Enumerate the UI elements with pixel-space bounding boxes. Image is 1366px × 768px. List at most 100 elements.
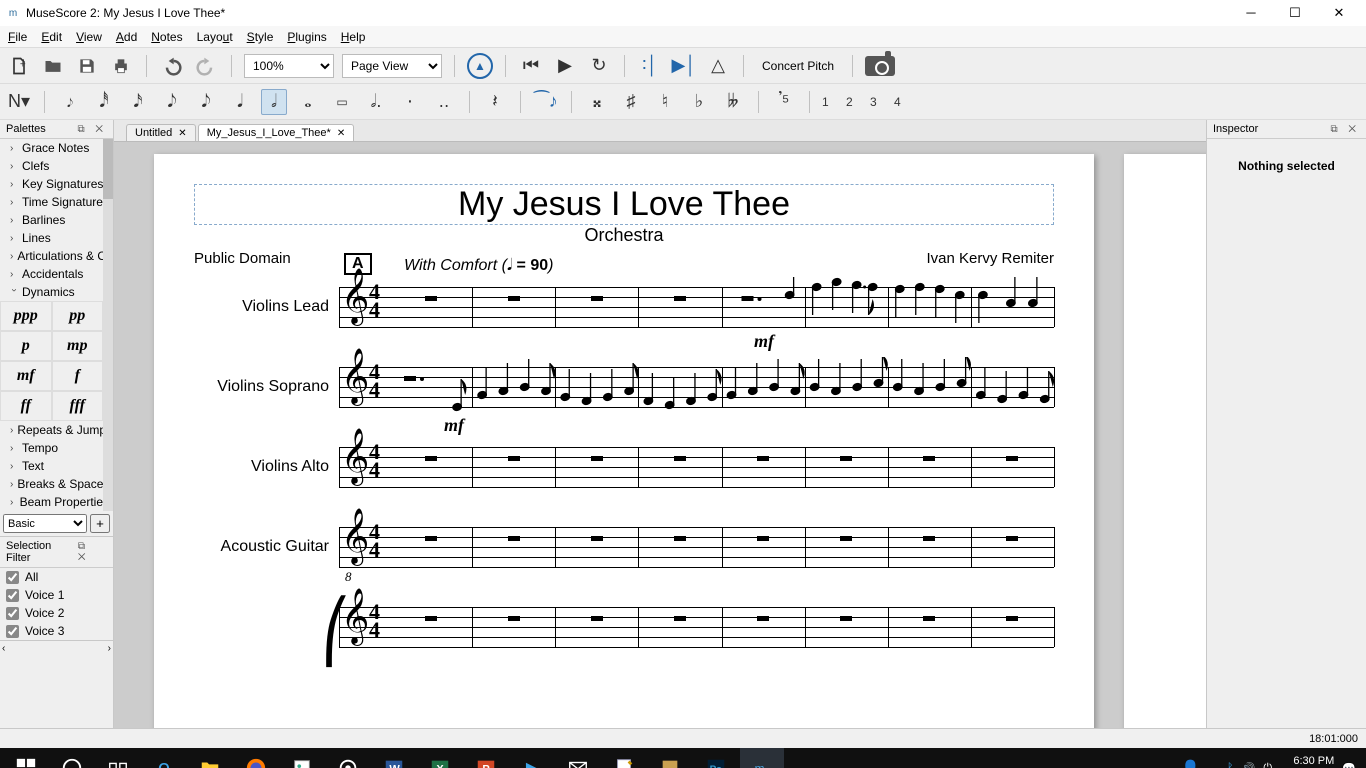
dynamic-mf[interactable]: mf xyxy=(444,415,464,436)
palette-barlines[interactable]: ›Barlines xyxy=(0,211,113,229)
note-64th-icon[interactable]: 𝆕 xyxy=(57,89,83,115)
double-dot-icon[interactable]: ‥ xyxy=(431,89,457,115)
musescore-taskbar-icon[interactable]: m xyxy=(740,748,784,768)
double-flat-icon[interactable]: 𝄫 xyxy=(720,89,746,115)
palette-key-sigs[interactable]: ›Key Signatures xyxy=(0,175,113,193)
score-subtitle[interactable]: Orchestra xyxy=(194,225,1054,246)
view-mode-combo[interactable]: Page View xyxy=(342,54,442,78)
settings-icon[interactable] xyxy=(326,748,370,768)
note-8th2-icon[interactable]: 𝅘𝅥𝅮 xyxy=(193,89,219,115)
score-composer[interactable]: Ivan Kervy Remiter xyxy=(926,250,1054,267)
tie-icon[interactable]: ⁀♪ xyxy=(533,89,559,115)
staff-violins-alto[interactable]: 𝄞44 xyxy=(339,447,1054,487)
dyn-pp[interactable]: pp xyxy=(52,301,104,331)
tab-untitled[interactable]: Untitled✕ xyxy=(126,124,196,141)
palette-accidentals[interactable]: ›Accidentals xyxy=(0,265,113,283)
bluetooth-icon[interactable]: ᛒ xyxy=(1227,762,1234,768)
rest-icon[interactable]: 𝄽 xyxy=(482,89,508,115)
add-workspace-button[interactable]: + xyxy=(90,514,110,533)
voice-4-button[interactable]: 4 xyxy=(894,95,910,109)
dyn-ff[interactable]: ff xyxy=(0,391,52,421)
dyn-fff[interactable]: fff xyxy=(52,391,104,421)
screenshot-icon[interactable] xyxy=(865,56,895,76)
staff-5[interactable]: ⎛ 𝄞44 xyxy=(339,607,1054,647)
redo-icon[interactable] xyxy=(193,53,219,79)
staff-violins-soprano[interactable]: 𝄞44 xyxy=(339,367,1054,407)
menu-view[interactable]: View xyxy=(76,30,102,44)
repeat-start-icon[interactable]: ∶│ xyxy=(637,53,663,79)
note-16th-icon[interactable]: 𝅘𝅥𝅯 xyxy=(125,89,151,115)
dyn-ppp[interactable]: ppp xyxy=(0,301,52,331)
voice-2-button[interactable]: 2 xyxy=(846,95,862,109)
dyn-mf[interactable]: mf xyxy=(0,361,52,391)
people-icon[interactable]: 👤 xyxy=(1181,759,1200,768)
movies-icon[interactable]: ▶ xyxy=(510,748,554,768)
note-8th-icon[interactable]: 𝅘𝅥𝅮 xyxy=(159,89,185,115)
filter-all[interactable]: All xyxy=(0,568,113,586)
palette-dynamics[interactable]: ›Dynamics xyxy=(0,283,113,301)
menu-add[interactable]: Add xyxy=(116,30,137,44)
panel-undock-close-icon[interactable]: ⧉ ✕ xyxy=(78,541,107,563)
tab-close-icon[interactable]: ✕ xyxy=(337,128,345,139)
panel-undock-close-icon[interactable]: ⧉ ✕ xyxy=(1330,124,1360,135)
excel-icon[interactable]: X xyxy=(418,748,462,768)
note-breve-icon[interactable]: ▭ xyxy=(329,89,355,115)
palette-beams[interactable]: ›Beam Properties xyxy=(0,493,113,511)
rewind-icon[interactable]: ⏮ xyxy=(518,53,544,79)
double-sharp-icon[interactable]: 𝄪 xyxy=(584,89,610,115)
volume-icon[interactable]: 🔊 xyxy=(1242,762,1256,768)
tab-close-icon[interactable]: ✕ xyxy=(178,128,186,139)
undo-icon[interactable] xyxy=(159,53,185,79)
save-file-icon[interactable] xyxy=(74,53,100,79)
metronome-icon[interactable]: ▲ xyxy=(467,53,493,79)
start-button[interactable] xyxy=(4,748,48,768)
filter-voice2[interactable]: Voice 2 xyxy=(0,604,113,622)
tab-score[interactable]: My_Jesus_I_Love_Thee*✕ xyxy=(198,124,355,141)
dyn-f[interactable]: f xyxy=(52,361,104,391)
voice-3-button[interactable]: 3 xyxy=(870,95,886,109)
paint-icon[interactable] xyxy=(280,748,324,768)
note-half-icon[interactable]: 𝅗𝅥 xyxy=(261,89,287,115)
firefox-icon[interactable] xyxy=(234,748,278,768)
note-input-icon[interactable]: N▾ xyxy=(6,89,32,115)
wifi-icon[interactable]: ⏻ xyxy=(1263,762,1272,768)
photoshop-icon[interactable]: Ps xyxy=(694,748,738,768)
palette-breaks[interactable]: ›Breaks & Spacers xyxy=(0,475,113,493)
flat-icon[interactable]: ♭ xyxy=(686,89,712,115)
score-copyright[interactable]: Public Domain xyxy=(194,250,291,267)
augmentation-dot-icon[interactable]: · xyxy=(397,89,423,115)
notifications-icon[interactable]: 💬 xyxy=(1342,762,1356,768)
score-canvas[interactable]: My Jesus I Love Thee Orchestra Public Do… xyxy=(114,142,1206,728)
menu-plugins[interactable]: Plugins xyxy=(287,30,326,44)
notepad-icon[interactable] xyxy=(602,748,646,768)
menu-layout[interactable]: Layout xyxy=(197,30,233,44)
dynamic-mf[interactable]: mf xyxy=(754,331,774,352)
panel-undock-close-icon[interactable]: ⧉ ✕ xyxy=(77,124,107,135)
taskview-icon[interactable] xyxy=(96,748,140,768)
filter-voice3[interactable]: Voice 3 xyxy=(0,622,113,640)
repeat-end-icon[interactable]: ▶│ xyxy=(671,53,697,79)
maximize-button[interactable]: ☐ xyxy=(1282,5,1308,21)
palette-scrollbar[interactable] xyxy=(103,139,113,511)
metronome2-icon[interactable]: △ xyxy=(705,53,731,79)
close-button[interactable]: ✕ xyxy=(1326,5,1352,21)
voice-1-button[interactable]: 1 xyxy=(822,95,838,109)
staff-violins-lead[interactable]: 𝄞44 xyxy=(339,287,1054,327)
loop-icon[interactable]: ↻ xyxy=(586,53,612,79)
palette-grace-notes[interactable]: ›Grace Notes xyxy=(0,139,113,157)
flip-icon[interactable]: 𝄒⁵ xyxy=(771,89,797,115)
note-32nd-icon[interactable]: 𝅘𝅥𝅰 xyxy=(91,89,117,115)
tray-chevron-icon[interactable]: ︿ xyxy=(1208,760,1219,768)
sharp-icon[interactable]: ♯ xyxy=(618,89,644,115)
edge-icon[interactable]: e xyxy=(142,748,186,768)
play-icon[interactable]: ▶ xyxy=(552,53,578,79)
filter-voice1[interactable]: Voice 1 xyxy=(0,586,113,604)
menu-help[interactable]: Help xyxy=(341,30,366,44)
palette-articulations[interactable]: ›Articulations & Ornaments xyxy=(0,247,113,265)
staff-acoustic-guitar[interactable]: 𝄞448 xyxy=(339,527,1054,567)
score-title[interactable]: My Jesus I Love Thee xyxy=(194,184,1054,225)
concert-pitch-button[interactable]: Concert Pitch xyxy=(756,59,840,73)
tempo-text[interactable]: With Comfort (𝅘𝅥 = 90) xyxy=(404,257,553,275)
minimize-button[interactable]: ─ xyxy=(1238,5,1264,21)
menu-file[interactable]: File xyxy=(8,30,27,44)
